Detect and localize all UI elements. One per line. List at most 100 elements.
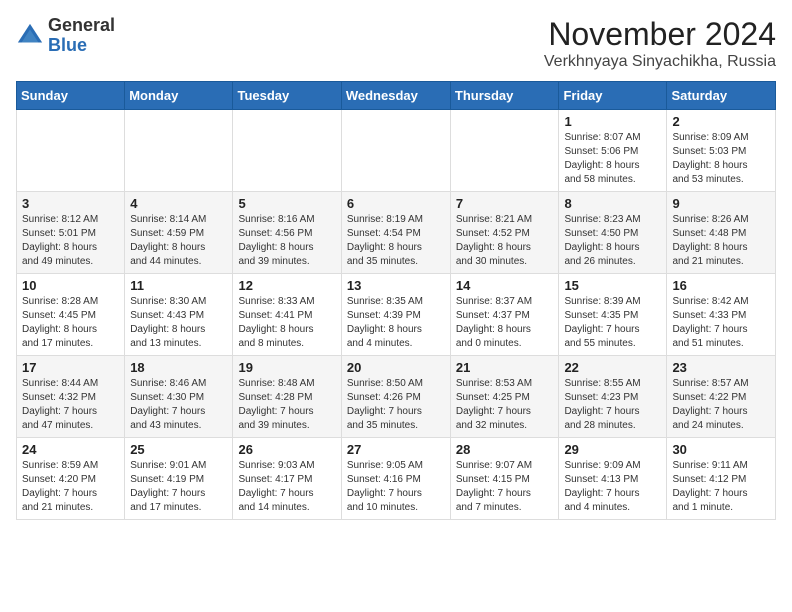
calendar-week-row: 1Sunrise: 8:07 AM Sunset: 5:06 PM Daylig… (17, 110, 776, 192)
day-info: Sunrise: 8:35 AM Sunset: 4:39 PM Dayligh… (347, 295, 445, 351)
calendar-cell (341, 110, 450, 192)
day-number: 12 (238, 278, 335, 293)
day-number: 1 (564, 114, 661, 129)
day-info: Sunrise: 8:57 AM Sunset: 4:22 PM Dayligh… (672, 377, 770, 433)
calendar-cell: 1Sunrise: 8:07 AM Sunset: 5:06 PM Daylig… (559, 110, 667, 192)
day-number: 25 (130, 442, 227, 457)
day-info: Sunrise: 9:05 AM Sunset: 4:16 PM Dayligh… (347, 459, 445, 515)
month-title: November 2024 (544, 16, 776, 53)
calendar-cell (17, 110, 125, 192)
logo: General Blue (16, 16, 115, 56)
day-number: 9 (672, 196, 770, 211)
calendar-cell: 8 Sunrise: 8:23 AM Sunset: 4:50 PM Daylig… (559, 192, 667, 274)
day-number: 27 (347, 442, 445, 457)
calendar-cell: 13 Sunrise: 8:35 AM Sunset: 4:39 PM Dayli… (341, 274, 450, 356)
day-number: 19 (238, 360, 335, 375)
day-number: 7 (456, 196, 554, 211)
day-number: 21 (456, 360, 554, 375)
day-info: Sunrise: 8:33 AM Sunset: 4:41 PM Dayligh… (238, 295, 335, 351)
weekday-header: Friday (559, 82, 667, 110)
day-number: 15 (564, 278, 661, 293)
logo-text: General Blue (48, 16, 115, 56)
day-number: 23 (672, 360, 770, 375)
location-title: Verkhnyaya Sinyachikha, Russia (544, 53, 776, 71)
page-header: General Blue November 2024 Verkhnyaya Si… (16, 16, 776, 71)
calendar-cell: 3 Sunrise: 8:12 AM Sunset: 5:01 PM Daylig… (17, 192, 125, 274)
logo-icon (16, 22, 44, 50)
calendar-cell: 20 Sunrise: 8:50 AM Sunset: 4:26 PM Dayli… (341, 356, 450, 438)
calendar-cell: 2Sunrise: 8:09 AM Sunset: 5:03 PM Daylig… (667, 110, 776, 192)
day-number: 6 (347, 196, 445, 211)
weekday-header: Monday (125, 82, 233, 110)
calendar-cell: 27 Sunrise: 9:05 AM Sunset: 4:16 PM Dayli… (341, 438, 450, 520)
calendar-week-row: 10 Sunrise: 8:28 AM Sunset: 4:45 PM Dayli… (17, 274, 776, 356)
day-info: Sunrise: 8:46 AM Sunset: 4:30 PM Dayligh… (130, 377, 227, 433)
calendar-cell: 21Sunrise: 8:53 AM Sunset: 4:25 PM Dayli… (450, 356, 559, 438)
calendar-cell (125, 110, 233, 192)
day-number: 4 (130, 196, 227, 211)
day-info: Sunrise: 8:16 AM Sunset: 4:56 PM Dayligh… (238, 213, 335, 269)
day-info: Sunrise: 8:59 AM Sunset: 4:20 PM Dayligh… (22, 459, 119, 515)
day-info: Sunrise: 8:21 AM Sunset: 4:52 PM Dayligh… (456, 213, 554, 269)
day-info: Sunrise: 8:55 AM Sunset: 4:23 PM Dayligh… (564, 377, 661, 433)
day-number: 24 (22, 442, 119, 457)
calendar-cell: 10 Sunrise: 8:28 AM Sunset: 4:45 PM Dayli… (17, 274, 125, 356)
day-info: Sunrise: 8:19 AM Sunset: 4:54 PM Dayligh… (347, 213, 445, 269)
day-number: 26 (238, 442, 335, 457)
day-number: 20 (347, 360, 445, 375)
calendar-cell: 7 Sunrise: 8:21 AM Sunset: 4:52 PM Daylig… (450, 192, 559, 274)
day-info: Sunrise: 9:09 AM Sunset: 4:13 PM Dayligh… (564, 459, 661, 515)
title-area: November 2024 Verkhnyaya Sinyachikha, Ru… (544, 16, 776, 71)
day-number: 17 (22, 360, 119, 375)
day-info: Sunrise: 8:23 AM Sunset: 4:50 PM Dayligh… (564, 213, 661, 269)
calendar-cell: 17 Sunrise: 8:44 AM Sunset: 4:32 PM Dayli… (17, 356, 125, 438)
calendar-cell: 23 Sunrise: 8:57 AM Sunset: 4:22 PM Dayli… (667, 356, 776, 438)
weekday-header: Thursday (450, 82, 559, 110)
day-number: 13 (347, 278, 445, 293)
day-info: Sunrise: 9:11 AM Sunset: 4:12 PM Dayligh… (672, 459, 770, 515)
calendar-cell: 25 Sunrise: 9:01 AM Sunset: 4:19 PM Dayli… (125, 438, 233, 520)
calendar-cell: 19 Sunrise: 8:48 AM Sunset: 4:28 PM Dayli… (233, 356, 341, 438)
weekday-header: Tuesday (233, 82, 341, 110)
calendar-cell: 26 Sunrise: 9:03 AM Sunset: 4:17 PM Dayli… (233, 438, 341, 520)
day-info: Sunrise: 8:37 AM Sunset: 4:37 PM Dayligh… (456, 295, 554, 351)
day-number: 22 (564, 360, 661, 375)
weekday-header: Saturday (667, 82, 776, 110)
calendar-cell (233, 110, 341, 192)
day-info: Sunrise: 8:12 AM Sunset: 5:01 PM Dayligh… (22, 213, 119, 269)
calendar-week-row: 17 Sunrise: 8:44 AM Sunset: 4:32 PM Dayli… (17, 356, 776, 438)
day-number: 5 (238, 196, 335, 211)
calendar-cell: 28 Sunrise: 9:07 AM Sunset: 4:15 PM Dayli… (450, 438, 559, 520)
day-number: 11 (130, 278, 227, 293)
day-info: Sunrise: 8:50 AM Sunset: 4:26 PM Dayligh… (347, 377, 445, 433)
calendar: SundayMondayTuesdayWednesdayThursdayFrid… (16, 81, 776, 520)
calendar-body: 1Sunrise: 8:07 AM Sunset: 5:06 PM Daylig… (17, 110, 776, 520)
calendar-cell: 9Sunrise: 8:26 AM Sunset: 4:48 PM Daylig… (667, 192, 776, 274)
day-number: 2 (672, 114, 770, 129)
day-number: 16 (672, 278, 770, 293)
weekday-header: Wednesday (341, 82, 450, 110)
day-info: Sunrise: 9:07 AM Sunset: 4:15 PM Dayligh… (456, 459, 554, 515)
calendar-cell: 5 Sunrise: 8:16 AM Sunset: 4:56 PM Daylig… (233, 192, 341, 274)
day-info: Sunrise: 8:42 AM Sunset: 4:33 PM Dayligh… (672, 295, 770, 351)
calendar-cell: 6 Sunrise: 8:19 AM Sunset: 4:54 PM Daylig… (341, 192, 450, 274)
day-info: Sunrise: 9:03 AM Sunset: 4:17 PM Dayligh… (238, 459, 335, 515)
calendar-cell: 15Sunrise: 8:39 AM Sunset: 4:35 PM Dayli… (559, 274, 667, 356)
day-info: Sunrise: 9:01 AM Sunset: 4:19 PM Dayligh… (130, 459, 227, 515)
day-number: 8 (564, 196, 661, 211)
day-info: Sunrise: 8:14 AM Sunset: 4:59 PM Dayligh… (130, 213, 227, 269)
weekday-header: Sunday (17, 82, 125, 110)
day-info: Sunrise: 8:28 AM Sunset: 4:45 PM Dayligh… (22, 295, 119, 351)
calendar-cell: 29 Sunrise: 9:09 AM Sunset: 4:13 PM Dayli… (559, 438, 667, 520)
calendar-week-row: 3 Sunrise: 8:12 AM Sunset: 5:01 PM Daylig… (17, 192, 776, 274)
weekday-header-row: SundayMondayTuesdayWednesdayThursdayFrid… (17, 82, 776, 110)
day-info: Sunrise: 8:44 AM Sunset: 4:32 PM Dayligh… (22, 377, 119, 433)
day-number: 3 (22, 196, 119, 211)
day-number: 29 (564, 442, 661, 457)
calendar-cell: 18Sunrise: 8:46 AM Sunset: 4:30 PM Dayli… (125, 356, 233, 438)
calendar-week-row: 24 Sunrise: 8:59 AM Sunset: 4:20 PM Dayli… (17, 438, 776, 520)
day-number: 14 (456, 278, 554, 293)
day-info: Sunrise: 8:48 AM Sunset: 4:28 PM Dayligh… (238, 377, 335, 433)
day-number: 10 (22, 278, 119, 293)
day-number: 28 (456, 442, 554, 457)
